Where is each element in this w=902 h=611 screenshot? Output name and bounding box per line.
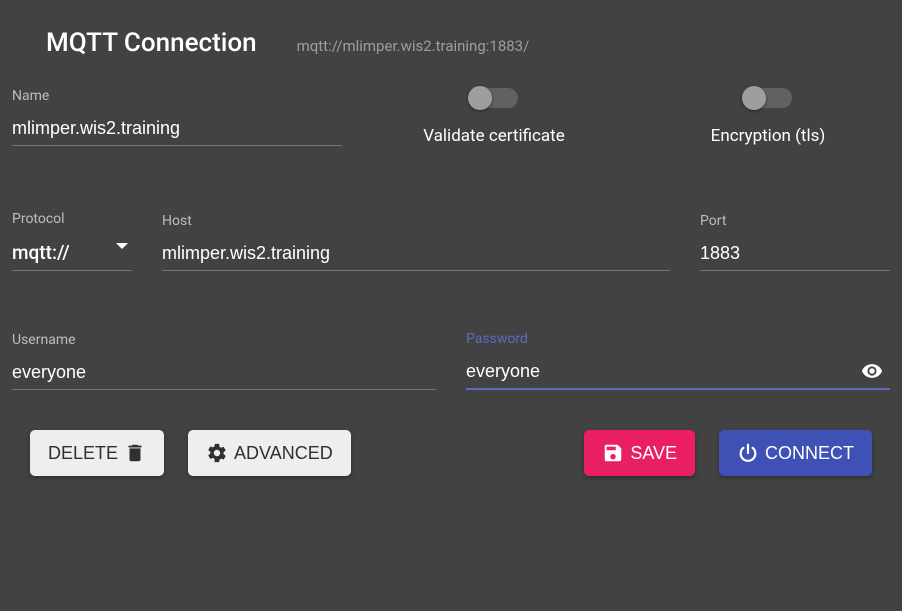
toggle-thumb xyxy=(468,86,492,110)
connect-button[interactable]: CONNECT xyxy=(719,430,872,476)
host-label: Host xyxy=(162,213,670,229)
advanced-button-label: ADVANCED xyxy=(234,443,333,464)
delete-button[interactable]: DELETE xyxy=(30,430,164,476)
gear-icon xyxy=(206,442,228,464)
chevron-down-icon xyxy=(116,243,128,249)
name-input[interactable] xyxy=(12,114,342,146)
validate-certificate-toggle[interactable] xyxy=(470,88,518,108)
delete-button-label: DELETE xyxy=(48,443,118,464)
save-button-label: SAVE xyxy=(630,443,677,464)
port-input[interactable] xyxy=(700,239,890,271)
power-icon xyxy=(737,442,759,464)
username-label: Username xyxy=(12,332,436,348)
password-label: Password xyxy=(466,331,890,347)
connection-url: mqtt://mlimper.wis2.training:1883/ xyxy=(297,37,530,55)
connect-button-label: CONNECT xyxy=(765,443,854,464)
protocol-select[interactable]: mqtt:// xyxy=(12,237,132,271)
username-input[interactable] xyxy=(12,358,436,390)
host-input[interactable] xyxy=(162,239,670,271)
protocol-label: Protocol xyxy=(12,211,132,227)
save-button[interactable]: SAVE xyxy=(584,430,695,476)
name-label: Name xyxy=(12,88,342,104)
protocol-value: mqtt:// xyxy=(12,237,132,271)
password-input[interactable] xyxy=(466,357,890,390)
encryption-toggle[interactable] xyxy=(744,88,792,108)
toggle-password-visibility-button[interactable] xyxy=(858,357,886,385)
encryption-label: Encryption (tls) xyxy=(711,126,826,146)
page-title: MQTT Connection xyxy=(46,28,257,58)
eye-icon xyxy=(861,360,883,382)
validate-certificate-label: Validate certificate xyxy=(423,126,565,146)
advanced-button[interactable]: ADVANCED xyxy=(188,430,351,476)
save-icon xyxy=(602,442,624,464)
trash-icon xyxy=(124,442,146,464)
toggle-thumb xyxy=(742,86,766,110)
port-label: Port xyxy=(700,213,890,229)
